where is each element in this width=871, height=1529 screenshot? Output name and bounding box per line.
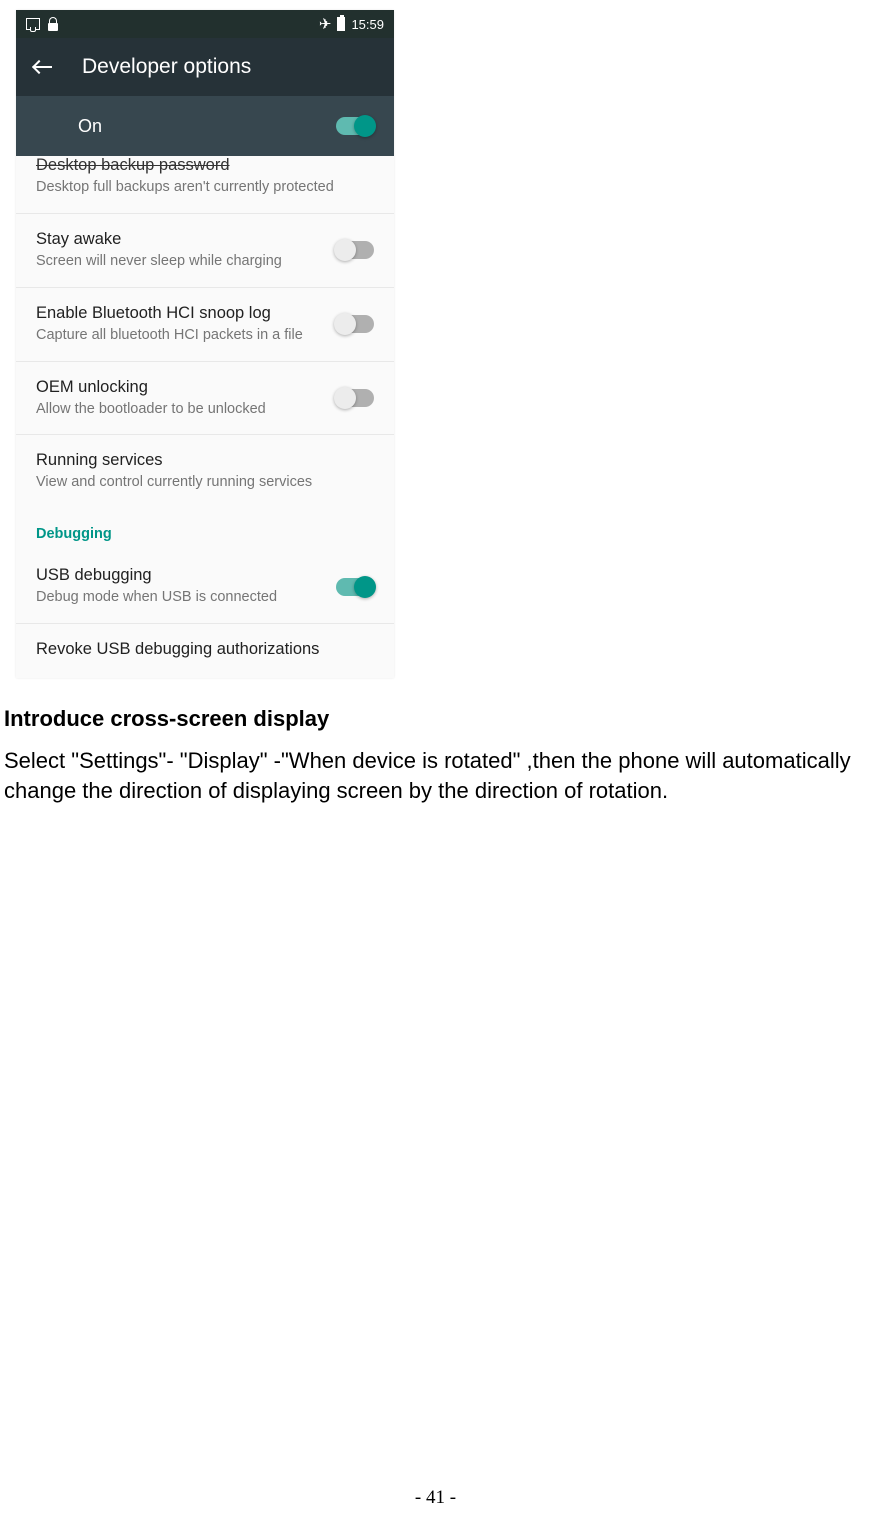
item-title: Enable Bluetooth HCI snoop log (36, 304, 336, 323)
phone-screenshot: ✈ 15:59 Developer options On Desktop bac… (16, 10, 394, 678)
item-subtitle: Desktop full backups aren't currently pr… (36, 178, 374, 197)
page-container: ✈ 15:59 Developer options On Desktop bac… (0, 0, 871, 807)
status-right: ✈ 15:59 (319, 15, 384, 33)
item-title: Desktop backup password (36, 156, 374, 175)
back-arrow-icon[interactable] (34, 59, 54, 75)
running-services-item[interactable]: Running services View and control curren… (16, 435, 394, 508)
stay-awake-toggle[interactable] (336, 241, 374, 259)
doc-body: Select "Settings"- "Display" -"When devi… (4, 746, 867, 807)
app-bar: Developer options (16, 38, 394, 96)
master-toggle[interactable] (336, 117, 374, 135)
stay-awake-item[interactable]: Stay awake Screen will never sleep while… (16, 214, 394, 288)
item-title: Stay awake (36, 230, 336, 249)
usb-debugging-item[interactable]: USB debugging Debug mode when USB is con… (16, 550, 394, 624)
debugging-section-header: Debugging (16, 508, 394, 550)
item-title: USB debugging (36, 566, 336, 585)
bluetooth-hci-item[interactable]: Enable Bluetooth HCI snoop log Capture a… (16, 288, 394, 362)
battery-icon (337, 17, 345, 31)
status-left (26, 17, 58, 31)
lock-icon (48, 17, 58, 31)
item-title: Running services (36, 451, 374, 470)
app-bar-title: Developer options (82, 55, 251, 79)
item-subtitle: Screen will never sleep while charging (36, 252, 336, 271)
image-icon (26, 18, 40, 30)
status-time: 15:59 (351, 17, 384, 32)
item-subtitle: View and control currently running servi… (36, 473, 374, 492)
revoke-usb-item[interactable]: Revoke USB debugging authorizations (16, 624, 394, 678)
desktop-backup-password-item[interactable]: Desktop backup password Desktop full bac… (16, 156, 394, 214)
status-bar: ✈ 15:59 (16, 10, 394, 38)
item-subtitle: Debug mode when USB is connected (36, 588, 336, 607)
page-number: - 41 - (0, 1487, 871, 1509)
bluetooth-hci-toggle[interactable] (336, 315, 374, 333)
airplane-icon: ✈ (319, 15, 332, 33)
master-switch-row[interactable]: On (16, 96, 394, 156)
doc-heading: Introduce cross-screen display (4, 706, 867, 732)
oem-unlocking-item[interactable]: OEM unlocking Allow the bootloader to be… (16, 362, 394, 436)
settings-list: Desktop backup password Desktop full bac… (16, 156, 394, 678)
item-title: Revoke USB debugging authorizations (36, 640, 374, 659)
item-title: OEM unlocking (36, 378, 336, 397)
item-subtitle: Capture all bluetooth HCI packets in a f… (36, 326, 336, 345)
item-subtitle: Allow the bootloader to be unlocked (36, 400, 336, 419)
usb-debugging-toggle[interactable] (336, 578, 374, 596)
oem-unlocking-toggle[interactable] (336, 389, 374, 407)
master-switch-label: On (78, 116, 102, 137)
